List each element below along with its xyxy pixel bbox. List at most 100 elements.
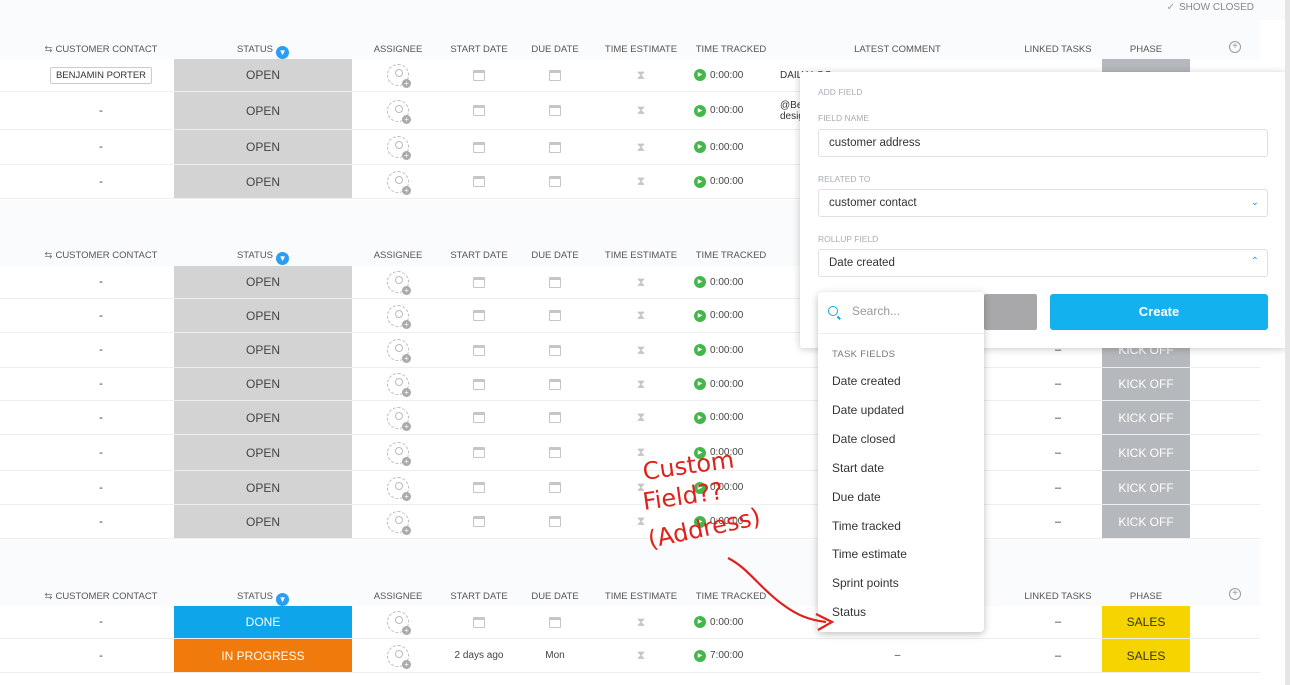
start-date-cell[interactable] <box>438 333 520 367</box>
sort-caret-icon[interactable]: ▼ <box>276 46 290 59</box>
due-date-cell[interactable] <box>520 266 590 298</box>
start-date-cell[interactable] <box>438 299 520 332</box>
play-timer-icon[interactable]: ▶ <box>694 276 706 288</box>
status-badge[interactable]: OPEN <box>174 266 352 298</box>
time-estimate-cell[interactable]: ⧗ <box>594 368 688 400</box>
assignee-cell[interactable] <box>362 92 434 129</box>
due-date-cell[interactable] <box>520 92 590 129</box>
time-tracked-cell[interactable]: ▶ 0:00:00 <box>690 130 772 164</box>
field-name-input[interactable]: customer address <box>818 129 1268 157</box>
start-date-cell[interactable] <box>438 92 520 129</box>
table-row[interactable]: - OPEN ⧗ ▶ 0:00:00 – KICK OFF <box>0 368 1260 401</box>
due-date-cell[interactable] <box>520 333 590 367</box>
customer-contact-cell[interactable]: BENJAMIN PORTER <box>30 59 172 91</box>
scrollbar[interactable] <box>1285 0 1290 685</box>
col-header-phase[interactable]: PHASE <box>1102 591 1190 602</box>
start-date-cell[interactable] <box>438 368 520 400</box>
col-header-due-date[interactable]: DUE DATE <box>520 250 590 261</box>
start-date-cell[interactable] <box>438 59 520 91</box>
col-header-assignee[interactable]: ASSIGNEE <box>362 44 434 55</box>
status-badge[interactable]: OPEN <box>174 471 352 504</box>
linked-tasks-cell[interactable]: – <box>1020 435 1096 470</box>
phase-badge[interactable]: KICK OFF <box>1102 505 1190 538</box>
table-row[interactable]: - OPEN ⧗ ▶ 0:00:00 – KICK OFF <box>0 401 1260 435</box>
time-estimate-cell[interactable]: ⧗ <box>594 266 688 298</box>
customer-contact-cell[interactable]: - <box>30 639 172 672</box>
due-date-cell[interactable] <box>520 368 590 400</box>
customer-contact-cell[interactable]: - <box>30 92 172 129</box>
customer-contact-cell[interactable]: - <box>30 368 172 400</box>
cancel-button[interactable] <box>984 294 1037 330</box>
dropdown-search-input[interactable] <box>852 304 972 318</box>
dropdown-option[interactable]: Date closed <box>818 425 984 453</box>
play-timer-icon[interactable]: ▶ <box>694 309 706 322</box>
play-timer-icon[interactable]: ▶ <box>694 69 706 81</box>
table-row[interactable]: - OPEN ⧗ ▶ 0:00:00 – KICK OFF <box>0 505 1260 539</box>
time-tracked-cell[interactable]: ▶ 7:00:00 <box>690 639 772 672</box>
col-header-time-tracked[interactable]: TIME TRACKED <box>690 250 772 261</box>
time-tracked-cell[interactable]: ▶ 0:00:00 <box>690 505 772 538</box>
rollup-field-select[interactable]: Date created ⌃ <box>818 249 1268 277</box>
col-header-status[interactable]: STATUS ▼ <box>174 250 352 265</box>
related-to-select[interactable]: customer contact ⌄ <box>818 189 1268 217</box>
start-date-cell[interactable] <box>438 266 520 298</box>
phase-badge[interactable]: KICK OFF <box>1102 368 1190 400</box>
add-column-button[interactable]: + <box>1210 41 1260 53</box>
latest-comment-cell[interactable]: – <box>775 639 1020 672</box>
assignee-cell[interactable] <box>362 299 434 332</box>
add-column-button[interactable]: + <box>1210 588 1260 600</box>
time-estimate-cell[interactable]: ⧗ <box>594 471 688 504</box>
due-date-cell[interactable] <box>520 401 590 434</box>
play-timer-icon[interactable]: ▶ <box>694 481 706 494</box>
customer-contact-cell[interactable]: - <box>30 333 172 367</box>
play-timer-icon[interactable]: ▶ <box>694 649 706 662</box>
due-date-cell[interactable] <box>520 606 590 638</box>
start-date-cell[interactable] <box>438 130 520 164</box>
table-row[interactable]: - OPEN ⧗ ▶ 0:00:00 – KICK OFF <box>0 471 1260 505</box>
linked-tasks-cell[interactable]: – <box>1020 401 1096 434</box>
play-timer-icon[interactable]: ▶ <box>694 411 706 424</box>
time-estimate-cell[interactable]: ⧗ <box>594 401 688 434</box>
assignee-cell[interactable] <box>362 401 434 434</box>
customer-contact-cell[interactable]: - <box>30 266 172 298</box>
status-badge[interactable]: OPEN <box>174 435 352 470</box>
customer-contact-cell[interactable]: - <box>30 505 172 538</box>
status-badge[interactable]: OPEN <box>174 505 352 538</box>
status-badge[interactable]: OPEN <box>174 333 352 367</box>
assignee-cell[interactable] <box>362 130 434 164</box>
play-timer-icon[interactable]: ▶ <box>694 344 706 356</box>
time-estimate-cell[interactable]: ⧗ <box>594 435 688 470</box>
time-estimate-cell[interactable]: ⧗ <box>594 333 688 367</box>
col-header-customer-contact[interactable]: ⇆ CUSTOMER CONTACT <box>30 44 172 55</box>
due-date-cell[interactable] <box>520 59 590 91</box>
col-header-assignee[interactable]: ASSIGNEE <box>362 591 434 602</box>
assignee-cell[interactable] <box>362 59 434 91</box>
assignee-cell[interactable] <box>362 606 434 638</box>
col-header-status[interactable]: STATUS ▼ <box>174 591 352 606</box>
dropdown-option[interactable]: Time estimate <box>818 540 984 568</box>
dropdown-option[interactable]: Status <box>818 598 984 626</box>
col-header-linked-tasks[interactable]: LINKED TASKS <box>1020 591 1096 602</box>
assignee-cell[interactable] <box>362 368 434 400</box>
status-badge[interactable]: OPEN <box>174 299 352 332</box>
linked-tasks-cell[interactable]: – <box>1020 505 1096 538</box>
linked-tasks-cell[interactable]: – <box>1020 606 1096 638</box>
status-badge[interactable]: OPEN <box>174 401 352 434</box>
customer-contact-cell[interactable]: - <box>30 130 172 164</box>
play-timer-icon[interactable]: ▶ <box>694 141 706 153</box>
start-date-cell[interactable] <box>438 165 520 198</box>
phase-badge[interactable]: SALES <box>1102 639 1190 672</box>
due-date-cell[interactable] <box>520 505 590 538</box>
time-tracked-cell[interactable]: ▶ 0:00:00 <box>690 165 772 198</box>
col-header-time-tracked[interactable]: TIME TRACKED <box>690 44 772 55</box>
sort-caret-icon[interactable]: ▼ <box>276 593 290 606</box>
time-tracked-cell[interactable]: ▶ 0:00:00 <box>690 606 772 638</box>
customer-contact-cell[interactable]: - <box>30 299 172 332</box>
col-header-customer-contact[interactable]: ⇆ CUSTOMER CONTACT <box>30 250 172 261</box>
col-header-linked-tasks[interactable]: LINKED TASKS <box>1020 44 1096 55</box>
time-estimate-cell[interactable]: ⧗ <box>594 505 688 538</box>
dropdown-option[interactable]: Date created <box>818 367 984 395</box>
time-estimate-cell[interactable]: ⧗ <box>594 299 688 332</box>
col-header-due-date[interactable]: DUE DATE <box>520 44 590 55</box>
col-header-time-estimate[interactable]: TIME ESTIMATE <box>594 44 688 55</box>
